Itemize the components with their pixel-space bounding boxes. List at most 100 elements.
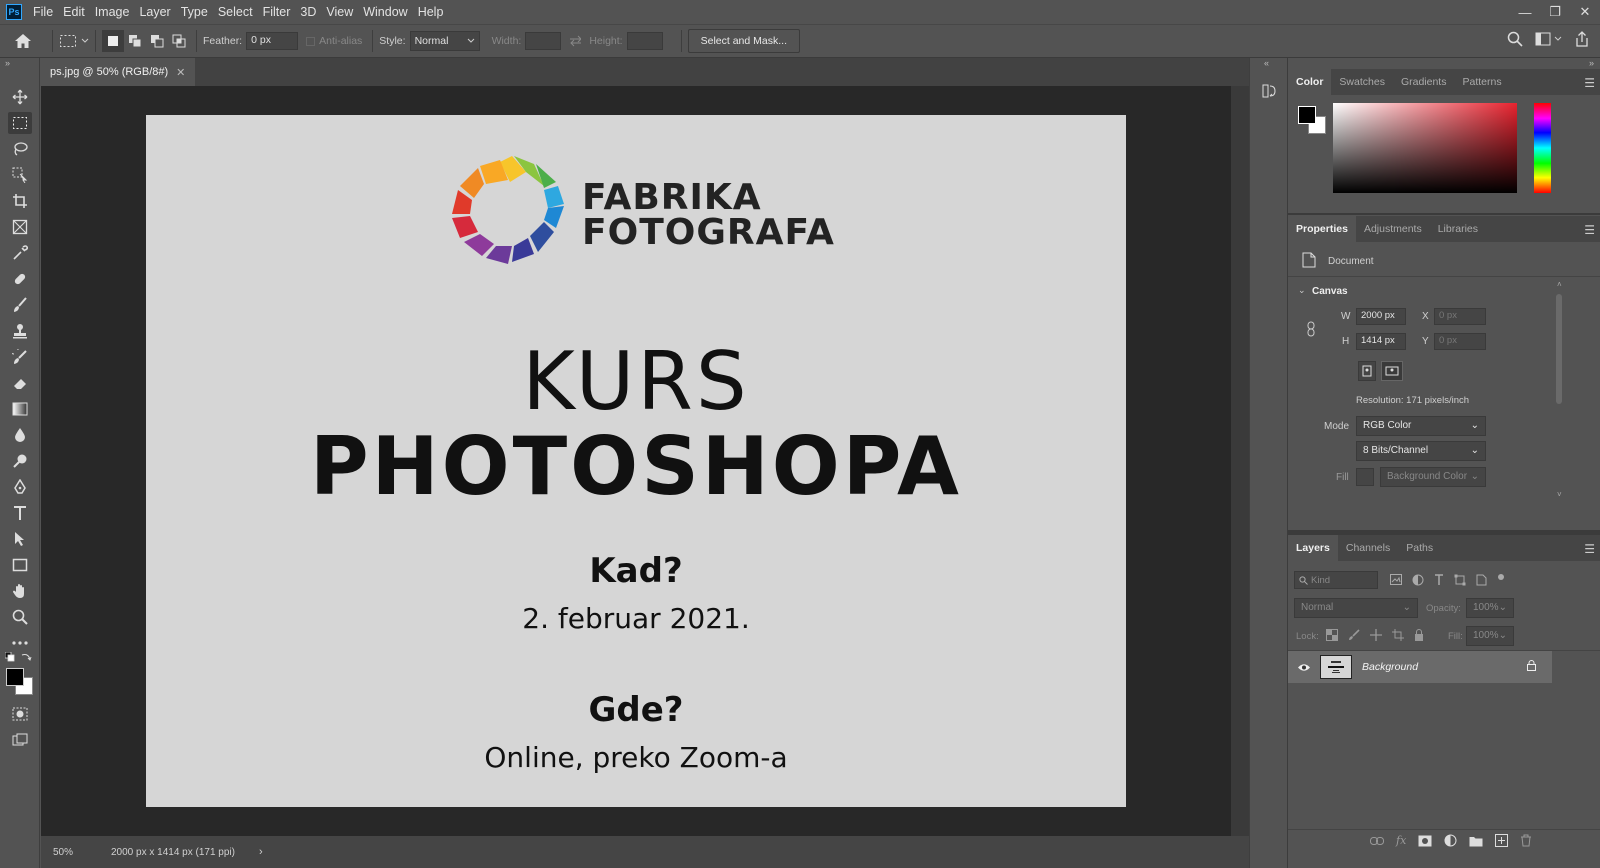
tool-preset-picker[interactable] — [59, 34, 89, 48]
pixel-filter-icon[interactable] — [1390, 574, 1402, 585]
tab-paths[interactable]: Paths — [1398, 535, 1441, 561]
vertical-scrollbar[interactable] — [1231, 86, 1249, 836]
adjustment-layer-icon[interactable] — [1444, 834, 1457, 847]
brush-tool-icon[interactable] — [8, 294, 32, 316]
bit-depth-select[interactable]: 8 Bits/Channel ⌄ — [1356, 441, 1486, 461]
menu-type[interactable]: Type — [176, 0, 213, 24]
lock-all-icon[interactable] — [1414, 629, 1424, 641]
canvas-y-input[interactable]: 0 px — [1434, 333, 1486, 350]
layer-row[interactable]: Background — [1288, 651, 1552, 683]
zoom-tool-icon[interactable] — [8, 606, 32, 628]
pen-tool-icon[interactable] — [8, 476, 32, 498]
tab-color[interactable]: Color — [1288, 69, 1332, 95]
canvas-x-input[interactable]: 0 px — [1434, 308, 1486, 325]
opacity-input[interactable]: 100% ⌄ — [1466, 598, 1514, 618]
select-and-mask-button[interactable]: Select and Mask... — [687, 29, 800, 53]
history-brush-tool-icon[interactable] — [8, 346, 32, 368]
tab-properties[interactable]: Properties — [1288, 216, 1356, 242]
chevron-down-icon[interactable]: ⌄ — [1298, 285, 1306, 296]
color-panel-foreground-swatch[interactable] — [1298, 106, 1316, 124]
link-dimensions-icon[interactable] — [1306, 321, 1316, 340]
history-panel-icon[interactable] — [1260, 82, 1278, 100]
color-saturation-field[interactable] — [1333, 103, 1517, 193]
chevron-up-icon[interactable]: ˄ — [1557, 280, 1562, 289]
antialias-checkbox[interactable]: Anti-alias — [306, 35, 366, 47]
collapse-panel-icon[interactable]: « — [1264, 58, 1269, 68]
expand-panel-icon[interactable]: » — [5, 58, 10, 68]
eraser-tool-icon[interactable] — [8, 372, 32, 394]
tab-channels[interactable]: Channels — [1338, 535, 1398, 561]
hue-slider[interactable] — [1534, 103, 1551, 193]
document-tab[interactable]: ps.jpg @ 50% (RGB/8#) ✕ — [41, 58, 195, 86]
close-window-icon[interactable]: ✕ — [1570, 0, 1600, 24]
more-tools-icon[interactable] — [8, 632, 32, 654]
menu-view[interactable]: View — [321, 0, 358, 24]
menu-image[interactable]: Image — [90, 0, 135, 24]
link-layers-icon[interactable] — [1370, 836, 1384, 845]
restore-icon[interactable]: ❐ — [1540, 0, 1570, 24]
blend-mode-select[interactable]: Normal ⌄ — [1294, 598, 1418, 618]
dodge-tool-icon[interactable] — [8, 450, 32, 472]
object-selection-tool-icon[interactable] — [8, 164, 32, 186]
frame-tool-icon[interactable] — [8, 216, 32, 238]
gradient-tool-icon[interactable] — [8, 398, 32, 420]
panel-menu-icon[interactable]: ☰ — [1584, 542, 1595, 556]
foreground-color-swatch[interactable] — [6, 668, 24, 686]
layer-fill-input[interactable]: 100% ⌄ — [1466, 626, 1514, 646]
path-selection-tool-icon[interactable] — [8, 528, 32, 550]
home-icon[interactable] — [0, 33, 46, 49]
screen-mode-icon[interactable] — [8, 729, 32, 751]
tab-gradients[interactable]: Gradients — [1393, 69, 1455, 95]
lock-position-icon[interactable] — [1370, 629, 1382, 641]
width-input[interactable] — [525, 32, 562, 50]
blur-tool-icon[interactable] — [8, 424, 32, 446]
workspace-switcher[interactable] — [1535, 32, 1562, 46]
menu-window[interactable]: Window — [358, 0, 412, 24]
type-tool-icon[interactable] — [8, 502, 32, 524]
visibility-eye-icon[interactable] — [1288, 663, 1320, 672]
canvas-width-input[interactable]: 2000 px — [1356, 308, 1406, 325]
add-to-selection-icon[interactable] — [124, 30, 146, 52]
new-layer-icon[interactable] — [1495, 834, 1509, 847]
search-icon[interactable] — [1507, 31, 1523, 47]
canvas-height-input[interactable]: 1414 px — [1356, 333, 1406, 350]
height-input[interactable] — [626, 32, 663, 50]
hand-tool-icon[interactable] — [8, 580, 32, 602]
tab-patterns[interactable]: Patterns — [1454, 69, 1509, 95]
adjustment-filter-icon[interactable] — [1412, 574, 1424, 586]
collapse-dock-icon[interactable]: » — [1589, 58, 1594, 68]
menu-3d[interactable]: 3D — [295, 0, 321, 24]
scrollbar-thumb[interactable] — [1556, 294, 1562, 404]
add-mask-icon[interactable] — [1418, 835, 1432, 847]
style-select[interactable]: Normal — [409, 31, 480, 51]
menu-help[interactable]: Help — [413, 0, 449, 24]
menu-edit[interactable]: Edit — [58, 0, 90, 24]
feather-input[interactable]: 0 px — [246, 32, 299, 50]
tab-adjustments[interactable]: Adjustments — [1356, 216, 1430, 242]
rectangle-tool-icon[interactable] — [8, 554, 32, 576]
healing-brush-tool-icon[interactable] — [8, 268, 32, 290]
minimize-icon[interactable]: — — [1510, 0, 1540, 24]
filter-toggle-icon[interactable] — [1497, 574, 1505, 586]
menu-layer[interactable]: Layer — [134, 0, 175, 24]
type-filter-icon[interactable] — [1434, 574, 1444, 585]
mode-select[interactable]: RGB Color ⌄ — [1356, 416, 1486, 436]
menu-file[interactable]: File — [28, 0, 58, 24]
swap-colors-icon[interactable] — [21, 652, 32, 665]
fill-color-swatch[interactable] — [1356, 468, 1374, 486]
rectangular-marquee-tool-icon[interactable] — [8, 112, 32, 134]
portrait-orientation-icon[interactable] — [1358, 361, 1376, 381]
move-tool-icon[interactable] — [8, 86, 32, 108]
chevron-down-icon[interactable]: ˅ — [1557, 490, 1562, 499]
subtract-from-selection-icon[interactable] — [146, 30, 168, 52]
lasso-tool-icon[interactable] — [8, 138, 32, 160]
clone-stamp-tool-icon[interactable] — [8, 320, 32, 342]
delete-layer-icon[interactable] — [1520, 834, 1532, 847]
crop-tool-icon[interactable] — [8, 190, 32, 212]
swap-dimensions-icon[interactable] — [569, 35, 582, 47]
tab-libraries[interactable]: Libraries — [1430, 216, 1486, 242]
quick-mask-icon[interactable] — [8, 703, 32, 725]
share-icon[interactable] — [1574, 31, 1590, 47]
intersect-selection-icon[interactable] — [168, 30, 190, 52]
lock-artboard-icon[interactable] — [1392, 629, 1404, 641]
